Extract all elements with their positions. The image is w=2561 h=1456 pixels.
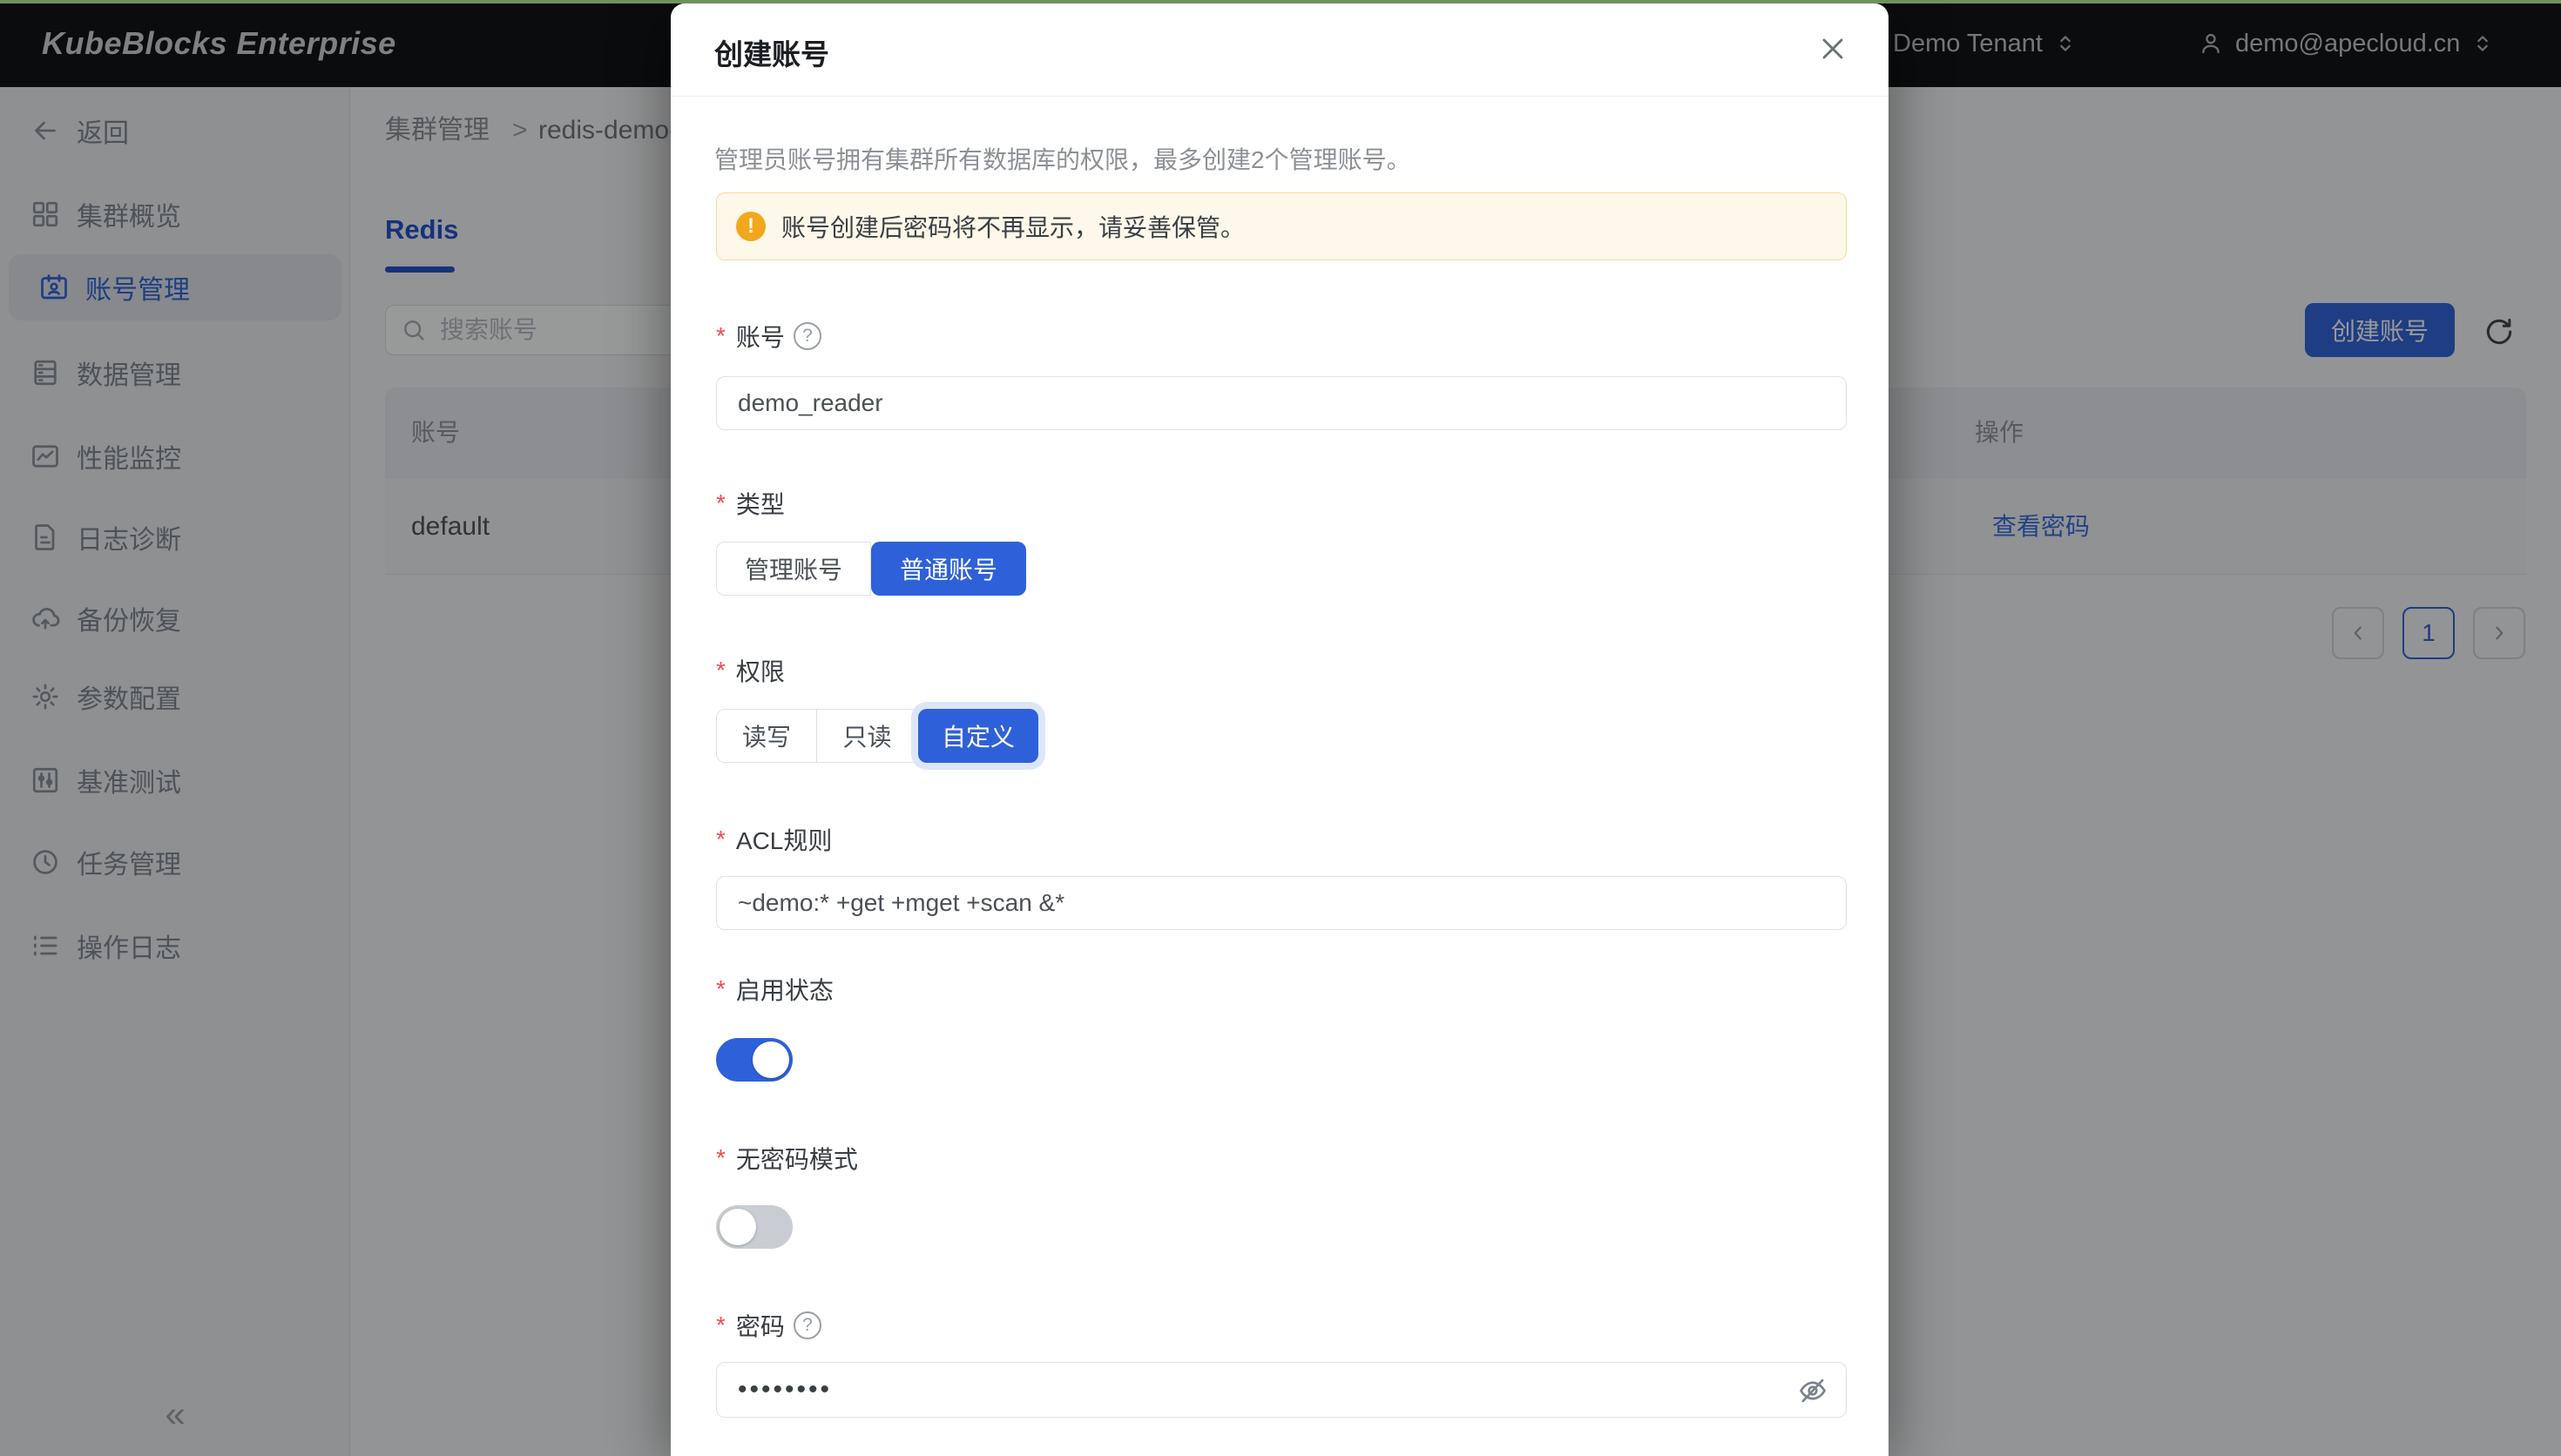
- password-input[interactable]: [716, 1362, 1847, 1418]
- permission-segmented-control: 读写 只读 自定义: [716, 709, 1038, 763]
- acl-label-text: ACL规则: [736, 822, 832, 857]
- type-segmented-control: 管理账号 普通账号: [716, 542, 1026, 596]
- required-mark: *: [716, 657, 726, 684]
- required-mark: *: [716, 322, 726, 350]
- required-mark: *: [716, 489, 726, 517]
- account-help-icon[interactable]: ?: [794, 322, 821, 350]
- passwordless-toggle[interactable]: [716, 1205, 793, 1249]
- password-help-icon[interactable]: ?: [794, 1311, 821, 1339]
- required-mark: *: [716, 1311, 726, 1339]
- required-mark: *: [716, 975, 726, 1003]
- acl-rule-input[interactable]: [716, 876, 1847, 930]
- enable-status-label-text: 启用状态: [736, 972, 834, 1007]
- toggle-knob: [753, 1041, 789, 1078]
- passwordless-label: * 无密码模式: [716, 1141, 858, 1176]
- password-field-label: * 密码 ?: [716, 1308, 821, 1343]
- eye-invisible-icon[interactable]: [1796, 1374, 1829, 1407]
- top-green-strip: [0, 0, 2561, 3]
- create-account-modal: 创建账号 管理员账号拥有集群所有数据库的权限，最多创建2个管理账号。 ! 账号创…: [671, 3, 1889, 1456]
- password-input-wrapper: [716, 1362, 1847, 1418]
- warning-text: 账号创建后密码将不再显示，请妥善保管。: [781, 209, 1245, 244]
- type-field-label: * 类型: [716, 486, 785, 521]
- required-mark: *: [716, 1144, 726, 1172]
- close-icon[interactable]: [1815, 31, 1850, 66]
- account-label-text: 账号: [736, 319, 785, 354]
- type-option-admin[interactable]: 管理账号: [716, 542, 871, 596]
- permission-field-label: * 权限: [716, 653, 785, 688]
- type-label-text: 类型: [736, 486, 785, 521]
- required-mark: *: [716, 826, 726, 853]
- permission-label-text: 权限: [736, 653, 785, 688]
- password-label-text: 密码: [736, 1308, 785, 1343]
- permission-option-custom[interactable]: 自定义: [918, 709, 1038, 763]
- account-field-label: * 账号 ?: [716, 319, 821, 354]
- modal-header-divider: [671, 96, 1889, 97]
- account-input[interactable]: [716, 376, 1847, 430]
- permission-option-readwrite[interactable]: 读写: [716, 709, 817, 763]
- toggle-knob: [720, 1209, 756, 1245]
- warning-icon: !: [736, 212, 766, 241]
- modal-title: 创建账号: [714, 31, 829, 73]
- passwordless-label-text: 无密码模式: [736, 1141, 858, 1176]
- enable-status-toggle[interactable]: [716, 1038, 793, 1082]
- enable-status-label: * 启用状态: [716, 972, 834, 1007]
- modal-description: 管理员账号拥有集群所有数据库的权限，最多创建2个管理账号。: [714, 141, 1847, 176]
- acl-field-label: * ACL规则: [716, 822, 832, 857]
- permission-option-readonly[interactable]: 只读: [817, 709, 918, 763]
- warning-banner: ! 账号创建后密码将不再显示，请妥善保管。: [716, 192, 1847, 260]
- type-option-normal[interactable]: 普通账号: [871, 542, 1026, 596]
